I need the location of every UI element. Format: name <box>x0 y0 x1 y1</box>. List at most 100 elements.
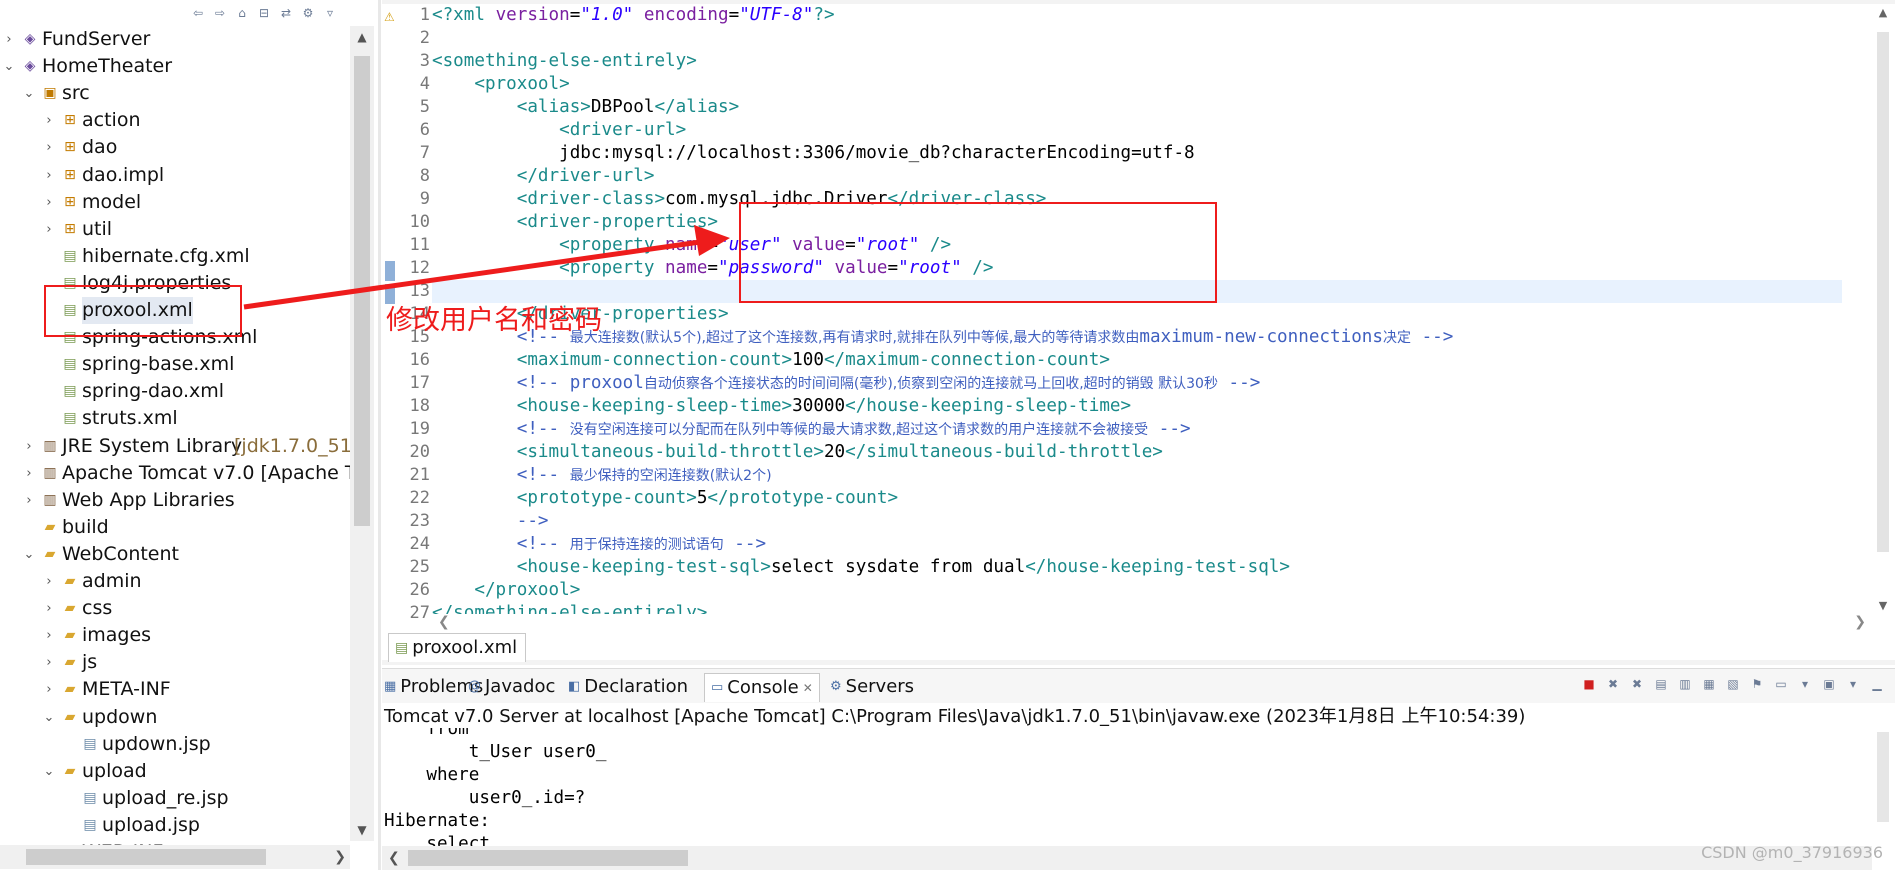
chevron-right-icon[interactable]: › <box>42 622 56 649</box>
scroll-left-icon[interactable]: ❮ <box>438 614 450 630</box>
tab-servers[interactable]: ⚙ Servers <box>830 673 914 701</box>
show-on-error-icon[interactable]: ▧ <box>1725 676 1741 692</box>
tree-item-label: FundServer <box>42 28 151 50</box>
problems-icon: ▦ <box>384 679 397 694</box>
explorer-horizontal-scrollbar[interactable]: ❯ <box>0 845 350 869</box>
project-icon: ◈ <box>24 31 36 47</box>
source-folder-icon: ▣ <box>43 85 57 102</box>
chevron-right-icon[interactable]: › <box>42 216 56 243</box>
chevron-right-icon[interactable]: › <box>42 189 56 216</box>
library-icon: ▥ <box>43 491 57 508</box>
code-line: <?xml version="1.0" encoding="UTF-8"?> <box>432 4 835 27</box>
console-output[interactable]: from t_User user0_ where user0_.id=? Hibe… <box>384 728 1854 846</box>
view-menu-icon[interactable]: ▿ <box>322 6 338 20</box>
console-line: where <box>384 765 480 785</box>
back-icon[interactable]: ⇦ <box>190 6 206 20</box>
show-on-output-icon[interactable]: ▦ <box>1701 676 1717 692</box>
scrollbar-thumb[interactable] <box>26 849 266 865</box>
code-token: </proxool> <box>474 580 581 600</box>
tab-console[interactable]: ▭ Console ✕ <box>704 673 820 702</box>
package-icon: ⊞ <box>64 139 76 156</box>
chevron-right-icon[interactable]: › <box>22 460 36 487</box>
editor-tab-proxool[interactable]: ▤ proxool.xml <box>388 633 527 662</box>
minimize-icon[interactable]: ▁ <box>1869 676 1885 692</box>
editor-vertical-scrollbar[interactable]: ▲ ▼ <box>1872 4 1894 614</box>
code-area[interactable]: <?xml version="1.0" encoding="UTF-8"?> <s… <box>432 4 1842 614</box>
code-token: --> <box>1217 373 1261 393</box>
tree-item-label: css <box>82 597 113 620</box>
remove-launch-icon[interactable]: ✖ <box>1605 676 1621 692</box>
scroll-up-icon[interactable]: ▲ <box>350 26 374 48</box>
explorer-vertical-scrollbar[interactable]: ▲ ▼ <box>350 26 374 841</box>
line-number: 26 <box>409 580 430 600</box>
console-vertical-scrollbar[interactable] <box>1872 728 1894 843</box>
code-token: 自动侦察各个连接状态的时间间隔(毫秒),侦察到空闲的连接就马上回收,超时的销毁 … <box>643 376 1218 392</box>
scrollbar-thumb[interactable] <box>1877 32 1889 552</box>
scrollbar-thumb[interactable] <box>1877 732 1889 822</box>
code-token: <maximum-connection-count> <box>516 350 793 370</box>
scroll-left-icon[interactable]: ❮ <box>388 846 400 870</box>
close-icon[interactable]: ✕ <box>803 674 813 702</box>
clear-console-icon[interactable]: ▤ <box>1653 676 1669 692</box>
code-token: name <box>665 235 708 255</box>
xml-file-icon: ▤ <box>63 410 77 427</box>
scroll-down-icon[interactable]: ▼ <box>1872 599 1894 612</box>
code-line: <proxool> <box>432 73 569 96</box>
code-token: </house-keeping-test-sql> <box>1025 557 1290 577</box>
code-token: name <box>665 258 708 278</box>
terminate-icon[interactable]: ■ <box>1581 676 1597 692</box>
chevron-right-icon[interactable]: › <box>22 433 36 460</box>
chevron-down-icon[interactable]: ⌄ <box>22 80 36 107</box>
scroll-right-icon[interactable]: ❯ <box>334 845 346 869</box>
scroll-right-icon[interactable]: ❯ <box>1854 614 1866 630</box>
chevron-right-icon[interactable]: › <box>42 676 56 703</box>
panel-divider[interactable] <box>378 0 381 870</box>
chevron-right-icon[interactable]: › <box>42 595 56 622</box>
declaration-icon: ◧ <box>568 679 581 694</box>
remove-all-icon[interactable]: ✖ <box>1629 676 1645 692</box>
chevron-down-icon[interactable]: ⌄ <box>42 704 56 731</box>
tab-javadoc[interactable]: @ Javadoc <box>468 673 555 701</box>
console-horizontal-scrollbar[interactable]: ❮ <box>382 846 1872 870</box>
editor-tab-bar <box>382 660 1895 665</box>
chevron-down-icon[interactable]: ⌄ <box>42 758 56 785</box>
link-editor-icon[interactable]: ⇄ <box>278 6 294 20</box>
collapse-all-icon[interactable]: ⊟ <box>256 6 272 20</box>
chevron-right-icon[interactable]: › <box>2 26 16 53</box>
filter-icon[interactable]: ⚙ <box>300 6 316 20</box>
pin-console-icon[interactable]: ⚑ <box>1749 676 1765 692</box>
editor-horizontal-scrollbar[interactable]: ❮ ❯ <box>432 612 1872 634</box>
forward-icon[interactable]: ⇨ <box>212 6 228 20</box>
code-token: 决定 <box>1382 330 1411 346</box>
chevron-right-icon[interactable]: › <box>42 134 56 161</box>
chevron-right-icon[interactable]: › <box>42 162 56 189</box>
tab-label: Servers <box>845 676 915 697</box>
tab-label: Console <box>727 677 799 698</box>
tree-item-label: hibernate.cfg.xml <box>82 244 250 267</box>
display-console-icon[interactable]: ▭ <box>1773 676 1789 692</box>
scroll-lock-icon[interactable]: ▥ <box>1677 676 1693 692</box>
chevron-right-icon[interactable]: › <box>42 568 56 595</box>
scroll-up-icon[interactable]: ▲ <box>1872 6 1894 19</box>
tab-declaration[interactable]: ◧ Declaration <box>568 673 688 701</box>
code-line: <simultaneous-build-throttle>20</simulta… <box>432 441 1163 464</box>
dropdown-icon[interactable]: ▾ <box>1845 676 1861 692</box>
chevron-right-icon[interactable]: › <box>22 487 36 514</box>
scrollbar-thumb[interactable] <box>408 850 688 866</box>
home-icon[interactable]: ⌂ <box>234 6 250 20</box>
console-line: Hibernate: <box>384 811 490 831</box>
chevron-down-icon[interactable]: ⌄ <box>2 53 16 80</box>
chevron-down-icon[interactable]: ⌄ <box>22 541 36 568</box>
dropdown-icon[interactable]: ▾ <box>1797 676 1813 692</box>
scroll-down-icon[interactable]: ▼ <box>350 819 374 841</box>
tree-item-label: HomeTheater <box>42 55 173 78</box>
annotation-box-properties <box>739 202 1217 303</box>
open-console-icon[interactable]: ▣ <box>1821 676 1837 692</box>
chevron-right-icon[interactable]: › <box>42 107 56 134</box>
chevron-right-icon[interactable]: › <box>42 649 56 676</box>
scrollbar-thumb[interactable] <box>354 56 370 526</box>
